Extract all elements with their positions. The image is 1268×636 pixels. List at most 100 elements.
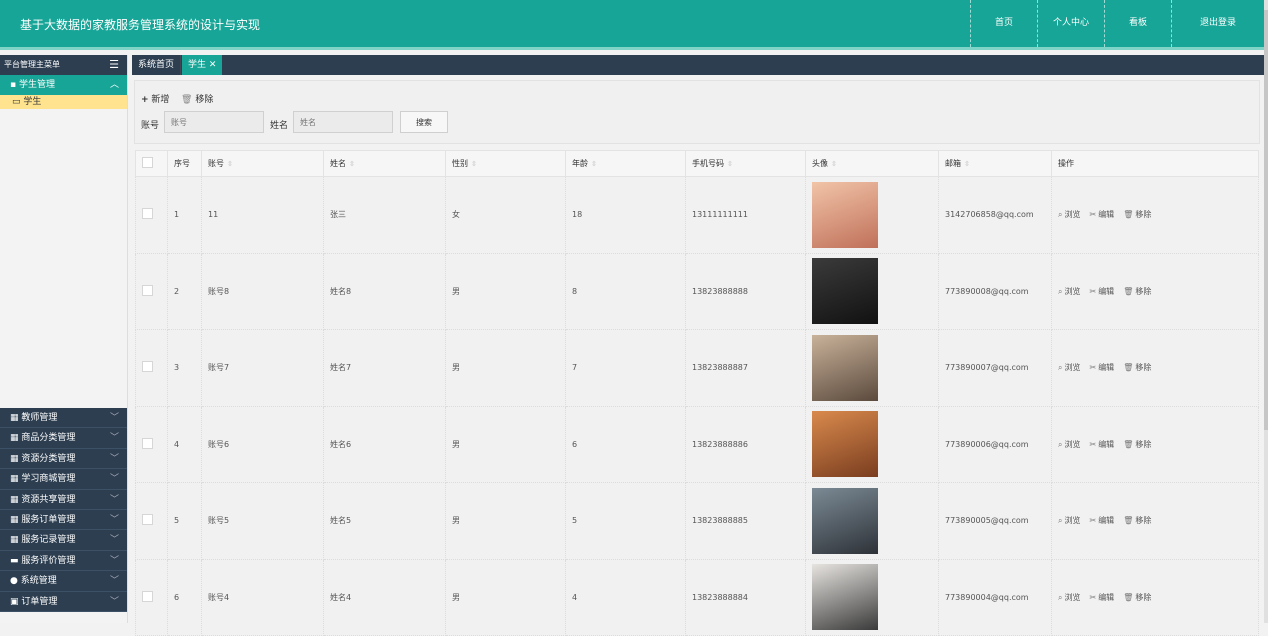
header-label: 头像 [812,159,828,168]
chevron-down-icon: ﹀ [109,576,119,587]
remove-button[interactable]: 🗑 移除 [181,92,213,105]
cell-age: 8 [565,252,686,330]
sort-icon[interactable]: ⇳ [591,160,597,168]
header-avatar[interactable]: 头像 ⇳ [805,150,939,177]
header-gender[interactable]: 性别 ⇳ [445,150,566,177]
row-checkbox[interactable] [142,437,153,449]
row-select[interactable] [135,405,168,483]
page-scrollbar[interactable] [1264,0,1268,623]
sidebar-item-resource-category[interactable]: ▦ 资源分类管理 ﹀ [0,448,127,470]
view-button[interactable]: ⌕ 浏览 [1058,440,1080,449]
table-row: 5 账号5 姓名5 男 5 13823888885 773890005@qq.com ⌕ 浏览 ✂… [135,482,1259,560]
add-button[interactable]: + 新增 [141,92,169,105]
edit-button[interactable]: ✂ 编辑 [1089,593,1114,602]
sort-icon[interactable]: ⇳ [349,160,355,168]
sidebar-item-service-order[interactable]: ▦ 服务订单管理 ﹀ [0,509,127,531]
edit-button[interactable]: ✂ 编辑 [1089,440,1114,449]
view-button[interactable]: ⌕ 浏览 [1058,516,1080,525]
avatar [812,411,878,478]
header-age[interactable]: 年龄 ⇳ [565,150,686,177]
row-select[interactable] [135,252,168,330]
grid-icon: ▦ [10,535,22,546]
edit-button[interactable]: ✂ 编辑 [1089,516,1114,525]
row-checkbox[interactable] [142,208,153,220]
tab-student[interactable]: 学生 ✕ [182,55,223,75]
row-select[interactable] [135,482,168,560]
delete-label: 移除 [1135,592,1152,602]
row-checkbox[interactable] [142,514,153,526]
header-bar: 基于大数据的家教服务管理系统的设计与实现 首页 个人中心 看板 退出登录 [0,0,1264,47]
cell-index: 4 [167,405,202,483]
sidebar-subitem-student[interactable]: ▭ 学生 [0,95,127,109]
search-icon: ⌕ [1058,286,1063,296]
view-button[interactable]: ⌕ 浏览 [1058,210,1080,219]
sidebar-item-goods-category[interactable]: ▦ 商品分类管理 ﹀ [0,428,127,449]
sidebar-item-resource-share[interactable]: ▦ 资源共享管理 ﹀ [0,489,127,510]
header-account[interactable]: 账号 ⇳ [201,150,324,177]
nav-profile[interactable]: 个人中心 [1037,0,1104,47]
view-label: 浏览 [1064,286,1081,296]
header-label: 账号 [208,159,224,168]
tab-home[interactable]: 系统首页 [132,55,182,75]
view-button[interactable]: ⌕ 浏览 [1058,287,1080,296]
sort-icon[interactable]: ⇳ [831,160,837,168]
header-select-all[interactable] [135,150,168,177]
name-search-input[interactable] [293,111,393,133]
cell-index: 5 [167,482,202,560]
folder-icon: ▭ [12,97,21,107]
sidebar-item-system[interactable]: ● 系统管理 ﹀ [0,571,127,592]
search-button[interactable]: 搜索 [400,111,448,133]
grid-icon: ▦ [10,514,22,525]
nav-home[interactable]: 首页 [970,0,1037,47]
delete-button[interactable]: 🗑 移除 [1123,593,1151,602]
delete-button[interactable]: 🗑 移除 [1123,287,1151,296]
view-button[interactable]: ⌕ 浏览 [1058,593,1080,602]
row-checkbox[interactable] [142,284,153,296]
edit-button[interactable]: ✂ 编辑 [1089,287,1114,296]
student-table: 序号 账号 ⇳ 姓名 ⇳ 性别 ⇳ 年龄 ⇳ 手机号码 ⇳ 头像 ⇳ 邮箱 ⇳ 操作 1 11 张… [135,150,1259,636]
account-search-input[interactable] [164,111,264,133]
sidebar-item-order[interactable]: ▣ 订单管理 ﹀ [0,591,127,612]
header-label: 邮箱 [945,159,961,168]
select-all-checkbox[interactable] [142,157,153,168]
row-select[interactable] [135,558,168,636]
sort-icon[interactable]: ⇳ [471,160,477,168]
edit-label: 编辑 [1098,592,1115,602]
sidebar-item-label: 服务记录管理 [21,535,76,546]
cell-name: 姓名5 [323,482,446,560]
sidebar-item-teacher[interactable]: ▦ 教师管理 ﹀ [0,408,127,429]
row-checkbox[interactable] [142,361,153,373]
sidebar-item-service-record[interactable]: ▦ 服务记录管理 ﹀ [0,530,127,551]
delete-button[interactable]: 🗑 移除 [1123,363,1151,372]
sidebar-item-service-review[interactable]: ▬ 服务评价管理 ﹀ [0,550,127,572]
cell-gender: 男 [445,482,566,560]
row-checkbox[interactable] [142,590,153,602]
edit-button[interactable]: ✂ 编辑 [1089,363,1114,372]
view-button[interactable]: ⌕ 浏览 [1058,363,1080,372]
sort-icon[interactable]: ⇳ [727,160,733,168]
sidebar-item-student-management[interactable]: ▪ 学生管理 ︿ [0,75,127,95]
menu-toggle-icon[interactable]: ☰ [109,55,119,75]
edit-label: 编辑 [1098,439,1115,449]
header-phone[interactable]: 手机号码 ⇳ [685,150,806,177]
scrollbar-thumb[interactable] [1264,10,1268,430]
table-row: 4 账号6 姓名6 男 6 13823888886 773890006@qq.com ⌕ 浏览 ✂… [135,405,1259,483]
row-select[interactable] [135,176,168,254]
sort-icon[interactable]: ⇳ [227,160,233,168]
cell-gender: 女 [445,176,566,254]
sidebar-title: 平台管理主菜单 [4,60,60,69]
chevron-down-icon: ﹀ [109,555,119,566]
header-name[interactable]: 姓名 ⇳ [323,150,446,177]
row-select[interactable] [135,329,168,407]
edit-button[interactable]: ✂ 编辑 [1089,210,1114,219]
grid-icon: ▦ [10,474,22,485]
nav-dashboard[interactable]: 看板 [1104,0,1171,47]
sort-icon[interactable]: ⇳ [964,160,970,168]
sidebar-item-study-mall[interactable]: ▦ 学习商城管理 ﹀ [0,469,127,490]
header-email[interactable]: 邮箱 ⇳ [938,150,1052,177]
name-label: 姓名 [270,121,289,131]
nav-logout[interactable]: 退出登录 [1171,0,1264,47]
delete-button[interactable]: 🗑 移除 [1123,516,1151,525]
delete-button[interactable]: 🗑 移除 [1123,440,1151,449]
delete-button[interactable]: 🗑 移除 [1123,210,1151,219]
